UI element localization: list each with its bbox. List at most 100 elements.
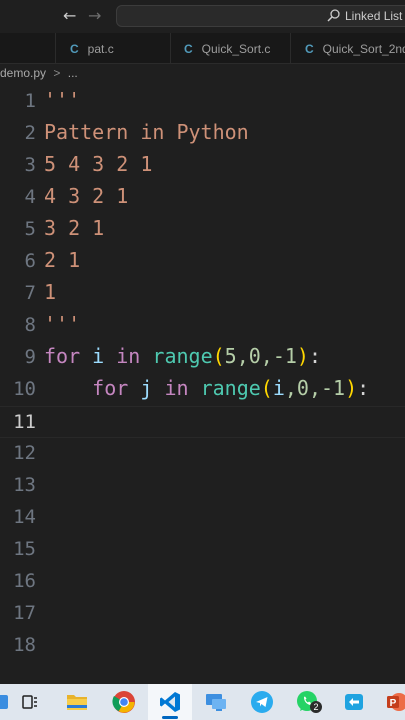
line-number: 15 [13,538,36,560]
vscode-icon [160,692,180,712]
code-line[interactable]: 1 ''' [0,86,405,118]
code-line[interactable]: 17 [0,598,405,630]
code-line[interactable]: 3 5 4 3 2 1 [0,150,405,182]
code-line[interactable]: 5 3 2 1 [0,214,405,246]
code-line[interactable]: 6 2 1 [0,246,405,278]
breadcrumb-symbol[interactable]: ... [68,66,78,80]
code-line[interactable]: 12 [0,438,405,470]
chrome-icon [112,691,135,713]
code-line[interactable]: 9 for i in range(5,0,-1): [0,342,405,374]
line-number: 5 [24,218,36,240]
code-text: 4 3 2 1 [44,184,129,208]
c-file-icon: C [70,41,79,56]
keyword-token: for [92,376,129,400]
variable-token: i [92,344,105,368]
line-number: 7 [24,282,36,304]
code-text: 1 [44,280,57,304]
line-number: 1 [24,90,36,112]
line-number: 3 [24,154,36,176]
function-token: range [152,344,213,368]
powerpoint-button[interactable]: P [375,684,405,720]
c-file-icon: C [305,41,314,56]
c-file-icon: C [184,41,193,56]
code-line[interactable]: 2 Pattern in Python [0,118,405,150]
code-text: for j in range(i,0,-1): [44,376,369,400]
line-number: 4 [24,186,36,208]
number-token: ,0,-1 [284,376,346,400]
keyword-token: for [44,344,81,368]
function-token: range [200,376,261,400]
bracket-token: ) [345,376,358,400]
line-number: 10 [13,378,36,400]
variable-token: j [140,376,153,400]
code-line[interactable]: 13 [0,470,405,502]
tab-quick-sort-c[interactable]: C Quick_Sort.c [171,33,291,64]
breadcrumb: demo.py > ... [0,66,82,86]
colon-token: : [357,376,370,400]
code-text: 3 2 1 [44,216,105,240]
arrow-right-icon[interactable]: → [88,6,101,25]
code-line[interactable]: 15 [0,534,405,566]
line-number: 14 [13,506,36,528]
tab-quick-sort-2nd[interactable]: C Quick_Sort_2nd [291,33,405,64]
code-line[interactable]: 8 ''' [0,310,405,342]
code-line[interactable]: 10 for j in range(i,0,-1): [0,374,405,406]
chrome-button[interactable] [102,684,146,720]
arrow-left-icon[interactable]: ← [63,6,76,25]
code-text: Pattern in Python [44,120,249,144]
line-number: 9 [24,346,36,368]
file-explorer-button[interactable] [55,684,99,720]
line-number: 17 [13,602,36,624]
code-text: for i in range(5,0,-1): [44,344,321,368]
line-number: 2 [24,122,36,144]
code-text: ''' [44,312,81,336]
code-line[interactable]: 16 [0,566,405,598]
code-text: ''' [44,88,81,112]
task-view-button[interactable] [8,684,52,720]
line-number: 11 [13,411,36,433]
tab-label: Quick_Sort.c [201,41,271,56]
bracket-token: ( [260,376,273,400]
code-line[interactable]: 7 1 [0,278,405,310]
editor-tabs: C pat.c C Quick_Sort.c C Quick_Sort_2nd [0,33,405,64]
variable-token: i [272,376,285,400]
code-line-current[interactable]: 11 [0,406,405,438]
telegram-button[interactable] [240,684,284,720]
tab-pat-c[interactable]: C pat.c [56,33,171,64]
breadcrumb-file[interactable]: demo.py [0,66,46,80]
bracket-token: ) [296,344,309,368]
remote-desktop-icon [206,694,226,711]
notification-badge: 2 [313,702,318,712]
line-number: 16 [13,570,36,592]
command-center[interactable]: Linked List [116,5,405,27]
tab-partial[interactable] [0,33,56,64]
whatsapp-icon: 2 [297,691,322,713]
code-editor[interactable]: 1 ''' 2 Pattern in Python 3 5 4 3 2 1 4 … [0,86,405,684]
line-number: 18 [13,634,36,656]
code-text: 5 4 3 2 1 [44,152,153,176]
keyword-token: in [116,344,141,368]
number-token: 5,0,-1 [224,344,297,368]
app-icon [345,694,363,710]
app-button[interactable] [332,684,376,720]
folder-icon [67,695,87,710]
code-line[interactable]: 18 [0,630,405,662]
code-line[interactable]: 4 4 3 2 1 [0,182,405,214]
vscode-button[interactable] [148,684,192,720]
line-number: 13 [13,474,36,496]
bracket-token: ( [212,344,225,368]
code-line[interactable]: 14 [0,502,405,534]
line-number: 6 [24,250,36,272]
svg-text:P: P [390,698,397,709]
taskbar: 2 P [0,684,405,720]
whatsapp-button[interactable]: 2 [288,684,332,720]
command-center-label: Linked List [345,9,403,23]
tab-label: Quick_Sort_2nd [322,41,405,56]
remote-desktop-button[interactable] [194,684,238,720]
keyword-token: in [164,376,189,400]
